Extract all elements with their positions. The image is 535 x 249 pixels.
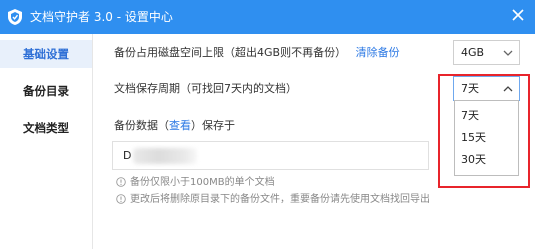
- backup-path-field[interactable]: D: [112, 141, 429, 170]
- backup-location-suffix: ）保存于: [191, 119, 235, 132]
- view-link[interactable]: 查看: [169, 119, 191, 132]
- disk-limit-select[interactable]: 4GB: [453, 40, 520, 65]
- info-circle-icon: [116, 177, 126, 187]
- retention-dropdown: 7天 15天 30天: [454, 100, 519, 176]
- sidebar-item-basic-settings[interactable]: 基础设置: [0, 40, 92, 68]
- disk-limit-value: 4GB: [461, 46, 485, 59]
- retention-label: 文档保存周期（可找回7天内的文档）: [114, 82, 297, 95]
- backup-path-value: D: [123, 149, 132, 162]
- retention-select[interactable]: 7天: [453, 76, 520, 101]
- path-redaction: [133, 148, 197, 164]
- clear-backup-link[interactable]: 清除备份: [356, 46, 400, 59]
- retention-option-7[interactable]: 7天: [461, 109, 479, 123]
- disk-limit-row: 备份占用磁盘空间上限（超出4GB则不再备份） 清除备份: [114, 46, 400, 60]
- sidebar: 基础设置 备份目录 文档类型: [0, 34, 92, 249]
- backup-location-row: 备份数据（查看）保存于: [114, 119, 235, 133]
- retention-value: 7天: [461, 82, 479, 95]
- notice-text: 备份仅限小于100MB的单个文档: [130, 177, 275, 188]
- chevron-up-icon: [503, 86, 513, 92]
- disk-limit-label: 备份占用磁盘空间上限（超出4GB则不再备份）: [114, 46, 347, 59]
- retention-option-30[interactable]: 30天: [461, 153, 486, 167]
- notice-text: 更改后将删除原目录下的备份文件，重要备份请先使用文档找回导出: [130, 194, 430, 205]
- sidebar-divider: [92, 34, 93, 249]
- shield-icon: [8, 9, 22, 25]
- title-bar: 文档守护者 3.0 - 设置中心: [0, 0, 535, 34]
- close-icon[interactable]: [509, 6, 527, 24]
- retention-option-15[interactable]: 15天: [461, 131, 486, 145]
- chevron-down-icon: [503, 50, 513, 56]
- backup-location-prefix: 备份数据（: [114, 119, 169, 132]
- sidebar-item-backup-directory[interactable]: 备份目录: [0, 77, 92, 105]
- info-circle-icon: [116, 194, 126, 204]
- window-title: 文档守护者 3.0 - 设置中心: [30, 10, 173, 24]
- sidebar-item-document-types[interactable]: 文档类型: [0, 114, 92, 142]
